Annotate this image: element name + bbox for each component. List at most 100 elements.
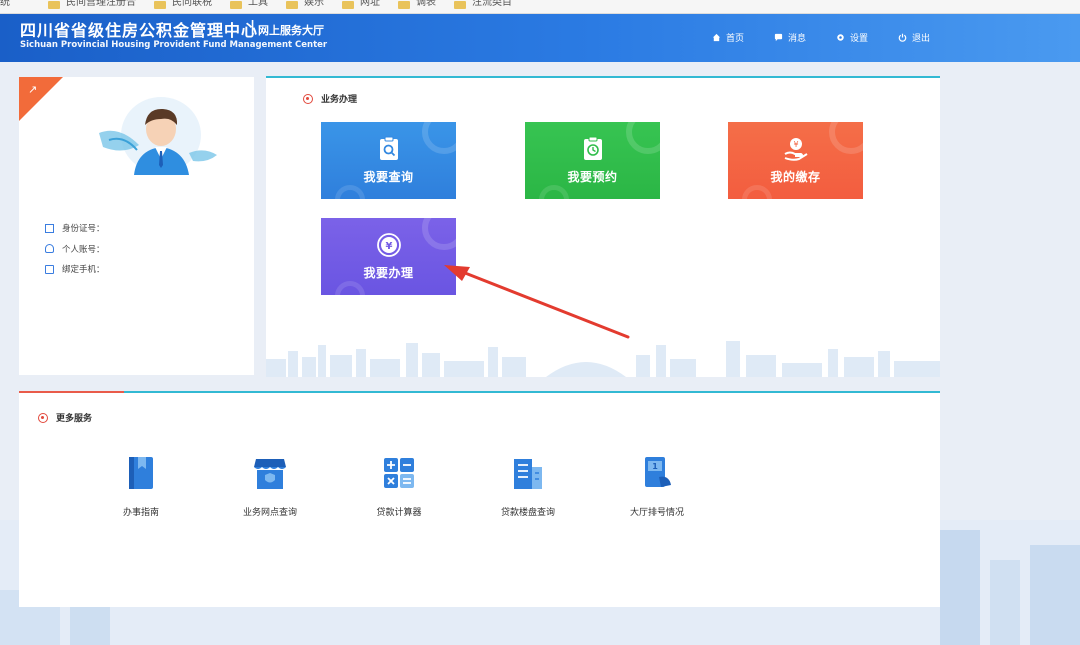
target-icon: [38, 412, 48, 423]
top-nav: 首页 消息 设置 退出: [712, 31, 930, 44]
business-section-title: 业务办理: [303, 92, 357, 105]
account-label: 个人账号：: [62, 244, 105, 255]
account-row: 个人账号：: [45, 239, 105, 260]
service-branch[interactable]: 业务网点查询: [215, 455, 325, 518]
bookmark-label: 调表: [416, 0, 436, 8]
guide-book-icon: [129, 457, 153, 489]
svg-text:¥: ¥: [385, 241, 392, 252]
service-label: 贷款计算器: [376, 508, 422, 518]
site-header: 四川省省级住房公积金管理中心 | 网上服务大厅 Sichuan Provinci…: [0, 14, 1080, 62]
nav-label: 退出: [911, 34, 930, 44]
tile-label: 我要预约: [567, 170, 618, 184]
calculator-icon: [384, 458, 414, 488]
expand-icon[interactable]: ↗: [28, 83, 37, 96]
tile-decoration: [335, 281, 365, 295]
tile-decoration: [626, 122, 660, 154]
bookmark-label: 民间营理注册合: [66, 0, 136, 8]
title-separator: |: [250, 19, 256, 35]
user-icon: [45, 244, 54, 254]
clock-clipboard-icon: [583, 136, 602, 160]
gear-icon: [837, 34, 844, 41]
id-card-icon: [45, 223, 54, 233]
tile-decoration: [422, 218, 456, 250]
service-label: 大厅排号情况: [629, 508, 684, 518]
business-title-text: 业务办理: [321, 95, 358, 105]
bookmark-label: 统: [0, 0, 10, 8]
tile-deposit[interactable]: ¥ 我的缴存: [728, 122, 863, 199]
svg-text:1: 1: [652, 462, 658, 471]
tile-label: 我的缴存: [770, 170, 821, 184]
target-icon: [303, 93, 313, 104]
bookmark-item[interactable]: 工具: [230, 0, 286, 10]
profile-card: ↗ 身份证号： 个人账号： 绑定手机：: [19, 77, 254, 375]
phone-icon: [45, 264, 54, 274]
tile-decoration: [335, 185, 365, 199]
folder-icon: [398, 0, 410, 9]
folder-icon: [154, 0, 166, 9]
nav-message[interactable]: 消息: [774, 31, 806, 44]
folder-icon: [454, 0, 466, 9]
bookmark-item[interactable]: 网址: [342, 0, 398, 10]
bookmark-item[interactable]: 调表: [398, 0, 454, 10]
svg-text:¥: ¥: [793, 140, 798, 149]
bookmark-item[interactable]: 民同联税: [154, 0, 230, 10]
annotation-arrow: [444, 265, 630, 339]
bookmark-item[interactable]: 统: [0, 0, 28, 10]
bookmarks-bar: 统 民间营理注册合 民同联税 工具 娱乐 网址 调表 注流类目: [0, 0, 1080, 14]
bookmark-label: 网址: [360, 0, 380, 8]
id-number-row: 身份证号：: [45, 218, 105, 239]
branch-store-icon: [254, 459, 286, 489]
service-calculator[interactable]: 贷款计算器: [344, 455, 454, 518]
phone-row: 绑定手机：: [45, 259, 105, 280]
site-subtitle: 网上服务大厅: [258, 24, 324, 37]
folder-icon: [342, 0, 354, 9]
tile-query[interactable]: 我要查询: [321, 122, 456, 199]
folder-icon: [48, 0, 60, 9]
nav-logout[interactable]: 退出: [898, 31, 930, 44]
nav-label: 首页: [725, 34, 744, 44]
tile-decoration: [422, 122, 456, 154]
id-number-label: 身份证号：: [62, 224, 105, 235]
phone-label: 绑定手机：: [62, 265, 105, 276]
more-section-title: 更多服务: [38, 411, 92, 424]
site-title: 四川省省级住房公积金管理中心: [20, 21, 259, 40]
service-label: 业务网点查询: [242, 508, 297, 518]
home-icon: [712, 33, 721, 42]
tile-appointment[interactable]: 我要预约: [525, 122, 660, 199]
bookmark-item[interactable]: 注流类目: [454, 0, 530, 10]
avatar: [99, 97, 217, 175]
nav-label: 消息: [787, 34, 806, 44]
service-guide[interactable]: 办事指南: [86, 455, 196, 518]
service-label: 贷款楼盘查询: [500, 508, 555, 518]
more-services-panel: 更多服务 办事指南 业务网点查询 贷款计算器 贷款楼盘查询 1 大厅排号情况: [19, 391, 940, 607]
yuan-coin-icon: ¥: [376, 233, 401, 257]
tile-label: 我要查询: [363, 170, 414, 184]
nav-label: 设置: [849, 34, 868, 44]
bookmark-item[interactable]: 民间营理注册合: [48, 0, 154, 10]
nav-settings[interactable]: 设置: [836, 31, 868, 44]
tile-decoration: [539, 185, 569, 199]
bookmark-label: 工具: [248, 0, 268, 8]
profile-info: 身份证号： 个人账号： 绑定手机：: [45, 218, 105, 280]
folder-icon: [286, 0, 298, 9]
corner-badge: [19, 77, 63, 121]
site-title-english: Sichuan Provincial Housing Provident Fun…: [20, 40, 328, 50]
coin-hand-icon: ¥: [783, 138, 808, 161]
tile-decoration: [829, 122, 863, 154]
service-building[interactable]: 贷款楼盘查询: [473, 455, 583, 518]
bookmark-label: 民同联税: [172, 0, 212, 8]
bookmark-item[interactable]: 娱乐: [286, 0, 342, 10]
building-icon: [514, 459, 542, 489]
bookmark-label: 注流类目: [472, 0, 512, 8]
folder-icon: [230, 0, 242, 9]
tile-decoration: [742, 185, 772, 199]
service-label: 办事指南: [122, 508, 159, 518]
search-document-icon: [379, 136, 398, 160]
nav-home[interactable]: 首页: [712, 31, 744, 44]
tile-label: 我要办理: [363, 266, 414, 280]
message-icon: [774, 33, 783, 42]
queue-ticket-icon: 1: [645, 457, 671, 487]
service-queue[interactable]: 1 大厅排号情况: [602, 455, 712, 518]
bookmark-label: 娱乐: [304, 0, 324, 8]
more-title-text: 更多服务: [56, 414, 93, 424]
